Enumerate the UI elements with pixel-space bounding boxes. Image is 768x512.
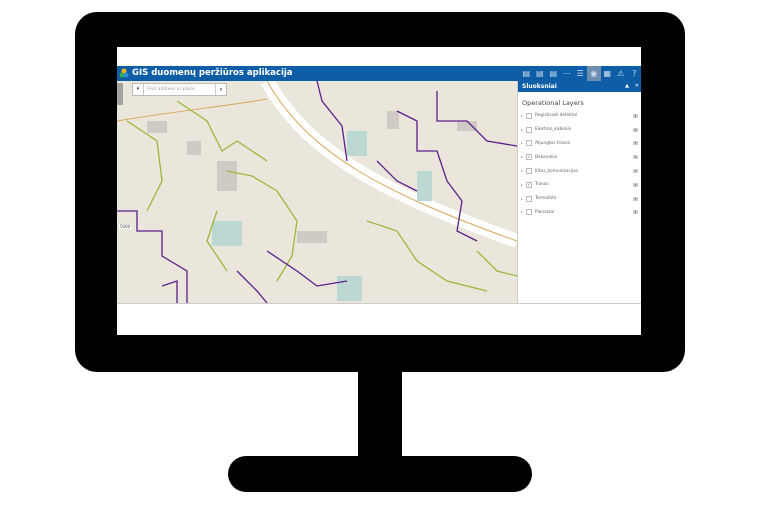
pipe-line [266,250,348,287]
app-title: GIS duomenų peržiūros aplikacija [132,68,293,78]
print-icon[interactable]: ▤ [520,66,534,81]
more-icon[interactable]: ⋯ [560,66,574,81]
layer-menu-icon[interactable]: ▾ [633,127,638,132]
layer-checkbox[interactable] [526,126,532,133]
monitor-screen: GIS duomenų peržiūros aplikacija ▤ ▤ ▤ ⋯ ☰ ◉ ▦… [117,47,641,335]
collapse-icon[interactable]: ▲ [625,81,629,92]
panel-header: Sluoksniai ▲ ✕ [518,81,641,92]
scale-label: 5000 [119,224,132,229]
layer-checkbox[interactable] [526,209,532,216]
expand-icon[interactable]: ▸ [518,114,526,118]
layer-label: Plansetai [535,209,555,215]
pipe-line [436,91,517,147]
network-line [126,120,163,212]
layer-item[interactable]: ▸ Plansetai ▾ [518,206,641,220]
layer-item[interactable]: ▸ Elektros_kabeliai ▾ [518,123,641,137]
list-icon[interactable]: ☰ [574,66,588,81]
layer-menu-icon[interactable]: ▾ [633,141,638,146]
layer-menu-icon[interactable]: ▾ [633,113,638,118]
panel-title: Sluoksniai [522,83,557,90]
pipe-line [161,280,178,303]
layer-checkbox[interactable]: ✓ [526,181,532,188]
expand-icon[interactable]: ▸ [518,128,526,132]
network-line [476,250,517,277]
search-input[interactable]: Find address or place [144,84,215,95]
pipe-line [236,270,268,303]
network-line [366,220,488,292]
app-logo-icon [119,68,129,78]
expand-icon[interactable]: ▸ [518,197,526,201]
footer-area [117,303,641,335]
layer-checkbox[interactable]: ✓ [526,154,532,161]
layer-label: Atjungtos trasos [535,140,571,146]
layer-item[interactable]: ▸ Kitos_komunikacijos ▾ [518,164,641,178]
layer-item[interactable]: ▸ Termofoto ▾ [518,192,641,206]
app-header: GIS duomenų peržiūros aplikacija ▤ ▤ ▤ ⋯ ☰ ◉ ▦… [117,66,641,81]
expand-icon[interactable]: ▸ [518,155,526,159]
layer-menu-icon[interactable]: ▾ [633,210,638,215]
layer-label: Trasos [535,182,549,188]
expand-icon[interactable]: ▸ [518,141,526,145]
layer-label: Registruoti defektai [535,113,578,119]
layer-label: Kitos_komunikacijos [535,168,579,174]
layer-menu-icon[interactable]: ▾ [633,196,638,201]
layer-label: Bekanaliai [535,154,558,160]
close-icon[interactable]: ✕ [635,81,639,92]
map-canvas[interactable] [117,81,517,303]
print-icon[interactable]: ▤ [533,66,547,81]
layers-panel: Sluoksniai ▲ ✕ Operational Layers ▸ Regis… [517,81,641,303]
layers-icon[interactable]: ◉ [587,66,601,81]
layer-menu-icon[interactable]: ▾ [633,182,638,187]
toolbar: ▤ ▤ ▤ ⋯ ☰ ◉ ▦ ⚠? [520,66,642,81]
search-icon[interactable]: ⌕ [215,84,226,95]
search-source-dropdown[interactable]: ▾ [133,84,144,95]
monitor-stand-base [228,456,532,492]
layer-checkbox[interactable] [526,140,532,147]
expand-icon[interactable]: ▸ [518,210,526,214]
layer-item[interactable]: ▸ ✓ Bekanaliai ▾ [518,150,641,164]
layer-label: Termofoto [535,196,557,202]
zoom-control[interactable] [117,83,123,105]
layer-label: Elektros_kabeliai [535,127,572,133]
warning-icon[interactable]: ⚠ [614,66,628,81]
expand-icon[interactable]: ▸ [518,169,526,173]
map-view[interactable]: ▾ Find address or place ⌕ 5000 [117,81,517,303]
layer-item[interactable]: ▸ Registruoti defektai ▾ [518,109,641,123]
layer-item[interactable]: ▸ ✓ Trasos ▾ [518,178,641,192]
expand-icon[interactable]: ▸ [518,183,526,187]
layer-checkbox[interactable] [526,195,532,202]
print-icon[interactable]: ▤ [547,66,561,81]
layer-menu-icon[interactable]: ▾ [633,169,638,174]
layer-menu-icon[interactable]: ▾ [633,155,638,160]
help-icon[interactable]: ? [628,66,642,81]
layer-checkbox[interactable] [526,168,532,175]
search-box[interactable]: ▾ Find address or place ⌕ [132,83,227,96]
layer-checkbox[interactable] [526,112,532,119]
section-label: Operational Layers [522,99,584,107]
grid-icon[interactable]: ▦ [601,66,615,81]
layer-item[interactable]: ▸ Atjungtos trasos ▾ [518,137,641,151]
monitor-stand-neck [358,370,402,460]
